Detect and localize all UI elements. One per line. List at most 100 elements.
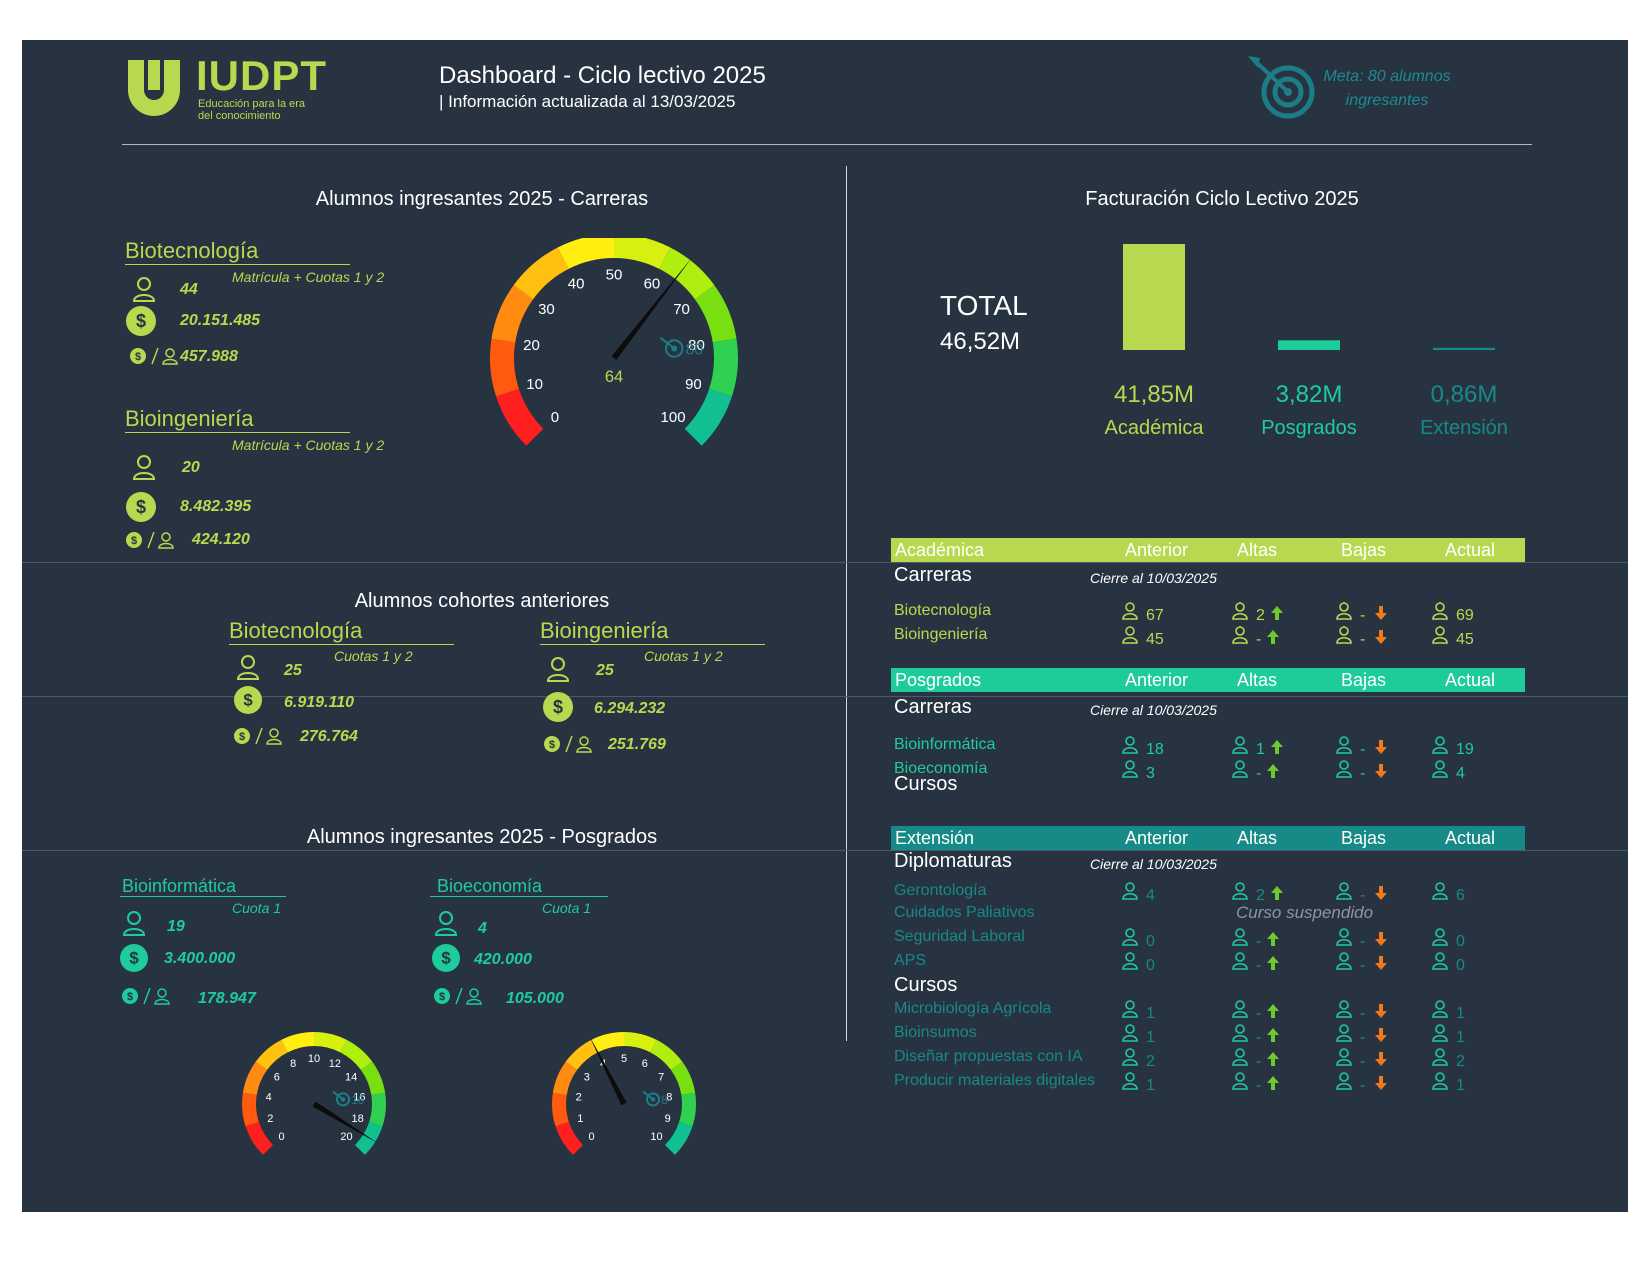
cell-actual: 69 (1432, 602, 1474, 625)
amount: 420.000 (474, 951, 532, 968)
cell-altas-value: - (1256, 1029, 1262, 1046)
cell-altas-value: - (1256, 1077, 1262, 1094)
cell-bajas-value: - (1360, 1077, 1366, 1094)
arrow-down-icon (1375, 932, 1388, 950)
bar-category-label: Posgrados (1261, 417, 1357, 439)
cell-anterior: 45 (1122, 626, 1164, 649)
gauge-tick-label: 60 (644, 276, 661, 293)
career-name: Bioingeniería (540, 618, 669, 643)
career-underline (120, 896, 286, 897)
header-cell: Bajas (1341, 828, 1387, 848)
section-title-ingresantes: Alumnos ingresantes 2025 - Carreras (315, 188, 649, 210)
gauge-tick-label: 0 (588, 1131, 594, 1143)
career-underline (229, 644, 454, 645)
gauge-tick-label: 10 (650, 1131, 662, 1143)
table-row-name: Microbiología Agrícola (894, 1000, 1052, 1017)
logo-text: IUDPT (196, 52, 327, 99)
cell-anterior-value: 1 (1146, 1077, 1155, 1094)
section-divider-3 (22, 850, 1628, 851)
student-icon (1432, 1024, 1448, 1046)
dollar-icon: $ (432, 944, 460, 972)
student-icon (1232, 736, 1248, 758)
gauge-tick-label: 70 (673, 301, 690, 318)
gauge-tick-label: 2 (267, 1113, 273, 1125)
arrow-up-icon (1267, 932, 1280, 950)
cell-actual-value: 1 (1456, 1029, 1465, 1046)
arrow-up-icon (1267, 956, 1280, 974)
student-icon (1336, 602, 1352, 624)
amount: 6.294.232 (594, 700, 666, 717)
svg-text:$: $ (549, 739, 555, 751)
arrow-up-icon (1267, 630, 1280, 648)
student-icon (1432, 952, 1448, 974)
cell-anterior-value: 67 (1146, 607, 1164, 624)
gauge-segment (281, 1032, 314, 1053)
row-name: Cuidados Paliativos (894, 904, 1035, 921)
svg-text:$: $ (129, 949, 139, 968)
cell-altas-value: - (1256, 631, 1262, 648)
gauge-segment (355, 1121, 383, 1155)
student-icon (132, 277, 156, 302)
cell-altas: - (1232, 952, 1280, 975)
cell-altas: 2 (1232, 882, 1283, 905)
career-note: Cuota 1 (542, 900, 592, 916)
dollar-icon: $ (543, 692, 573, 722)
gauge-segment (490, 338, 519, 397)
amount: 20.151.485 (180, 312, 261, 329)
bar-value-label: 0,86M (1431, 381, 1498, 408)
svg-text:$: $ (136, 497, 146, 517)
gauge-segment (242, 1092, 259, 1127)
gauge-segment (314, 1032, 347, 1053)
bar-value-label: 41,85M (1114, 381, 1194, 408)
student-icon (1432, 1000, 1448, 1022)
cell-anterior-value: 2 (1146, 1053, 1155, 1070)
career-underline (125, 264, 350, 265)
student-icon (1336, 1072, 1352, 1094)
gauge-tick-label: 20 (340, 1131, 352, 1143)
gauge-tick-label: 8 (290, 1058, 296, 1070)
cell-anterior-value: 4 (1146, 887, 1155, 904)
cell-altas: - (1232, 1072, 1280, 1095)
student-count: 25 (284, 662, 302, 679)
student-count: 25 (596, 662, 614, 679)
table-row-name: Bioingeniería (894, 626, 988, 643)
update-info: | Información actualizada al 13/03/2025 (439, 92, 736, 111)
student-count: 4 (478, 920, 487, 937)
gauge-segment (684, 388, 732, 446)
gauge-tick-label: 18 (352, 1113, 364, 1125)
cell-anterior: 67 (1122, 602, 1164, 625)
student-icon (1122, 1024, 1138, 1046)
student-icon (1336, 928, 1352, 950)
cell-bajas: - (1336, 928, 1388, 951)
cell-bajas-value: - (1360, 631, 1366, 648)
career-name: Biotecnología (125, 238, 259, 263)
header-cell: Anterior (1125, 540, 1189, 560)
gauge-tick-label: 10 (526, 376, 543, 393)
cell-bajas-value: - (1360, 887, 1366, 904)
facturacion-chart: 41,85M Académica 3,82M Posgrados 0,86M Extens… (1105, 244, 1508, 439)
total-label: TOTAL (940, 290, 1028, 321)
gauge-segment (665, 1121, 693, 1155)
gauge-segment (555, 1121, 583, 1155)
svg-text:$: $ (239, 731, 245, 743)
cell-altas-value: 2 (1256, 607, 1265, 624)
student-icon (1232, 1000, 1248, 1022)
student-icon (1336, 736, 1352, 758)
student-icon (1122, 602, 1138, 624)
cell-actual: 2 (1432, 1048, 1465, 1071)
gauge-target-label: 16 (351, 1095, 364, 1107)
student-icon (1232, 760, 1248, 782)
per-student-value: 457.988 (180, 348, 238, 365)
group-label: Diplomaturas (894, 850, 1012, 872)
student-icon (434, 911, 458, 936)
cell-actual: 1 (1432, 1072, 1465, 1095)
student-icon (1336, 882, 1352, 904)
cell-bajas: - (1336, 1000, 1388, 1023)
arrow-down-icon (1375, 1004, 1388, 1022)
cell-actual-value: 0 (1456, 957, 1465, 974)
gauge-tick-label: 3 (584, 1072, 590, 1084)
career-note: Matrícula + Cuotas 1 y 2 (232, 437, 385, 453)
student-icon (546, 657, 570, 682)
student-icon (1122, 1000, 1138, 1022)
cell-bajas-value: - (1360, 933, 1366, 950)
